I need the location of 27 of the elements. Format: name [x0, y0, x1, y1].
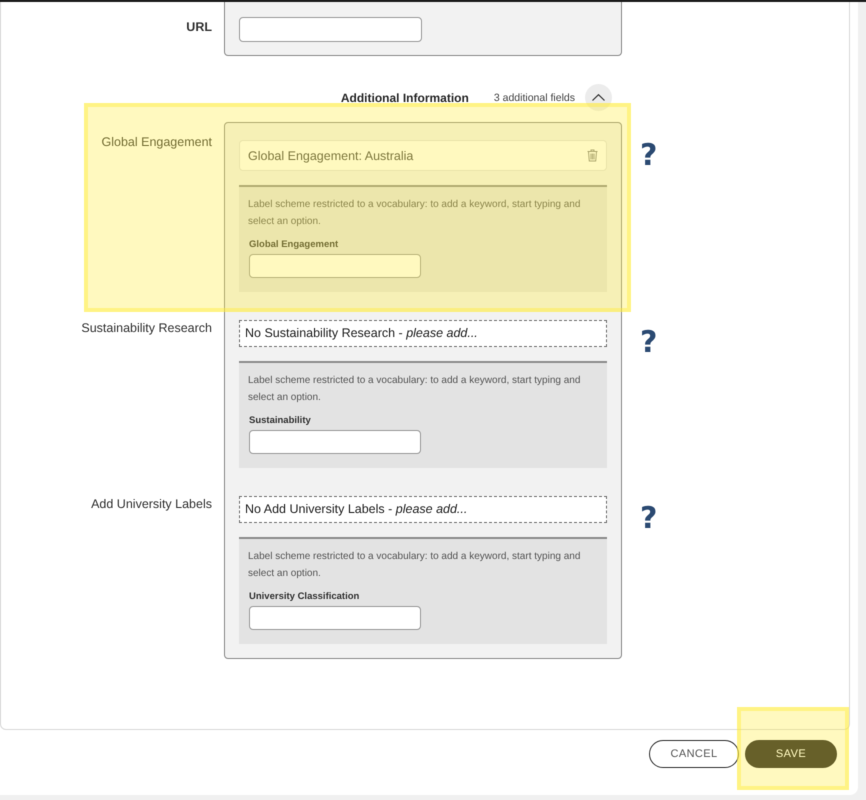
- keyword-input-field[interactable]: [249, 254, 421, 278]
- collapse-button[interactable]: [585, 84, 612, 111]
- help-icon[interactable]: ?: [640, 142, 658, 170]
- hint-text: Label scheme restricted to a vocabulary: to add a keyword, start typing and select an option.: [248, 374, 582, 405]
- url-label: URL: [186, 20, 212, 35]
- input-label: Global Engagement: [249, 239, 338, 250]
- hint-text: Label scheme restricted to a vocabulary: to add a keyword, start typing and select an option.: [248, 198, 582, 229]
- add-value-box[interactable]: No Add University Labels - please add...: [239, 496, 607, 523]
- keyword-input-field[interactable]: [249, 606, 421, 630]
- input-label: Sustainability: [249, 415, 311, 426]
- chevron-up-icon: [592, 94, 605, 101]
- url-input-field[interactable]: [239, 17, 422, 42]
- input-label: University Classification: [249, 591, 360, 602]
- keyword-input-field[interactable]: [249, 430, 421, 454]
- trash-icon[interactable]: [587, 149, 598, 162]
- hint-text: Label scheme restricted to a vocabulary: to add a keyword, start typing and select an option.: [248, 550, 582, 581]
- help-icon[interactable]: ?: [640, 329, 658, 357]
- field-label: Global Engagement: [102, 135, 212, 150]
- field-label: Add University Labels: [91, 497, 212, 512]
- section-heading: Additional Information: [340, 90, 469, 104]
- tag-label: Global Engagement: Australia: [248, 148, 414, 162]
- field-label: Sustainability Research: [81, 321, 212, 336]
- help-icon[interactable]: ?: [640, 505, 658, 533]
- add-value-box[interactable]: No Sustainability Research - please add...: [239, 320, 607, 347]
- field-count: 3 additional fields: [494, 92, 575, 104]
- save-button[interactable]: SAVE: [745, 740, 837, 768]
- cancel-button[interactable]: CANCEL: [649, 740, 739, 768]
